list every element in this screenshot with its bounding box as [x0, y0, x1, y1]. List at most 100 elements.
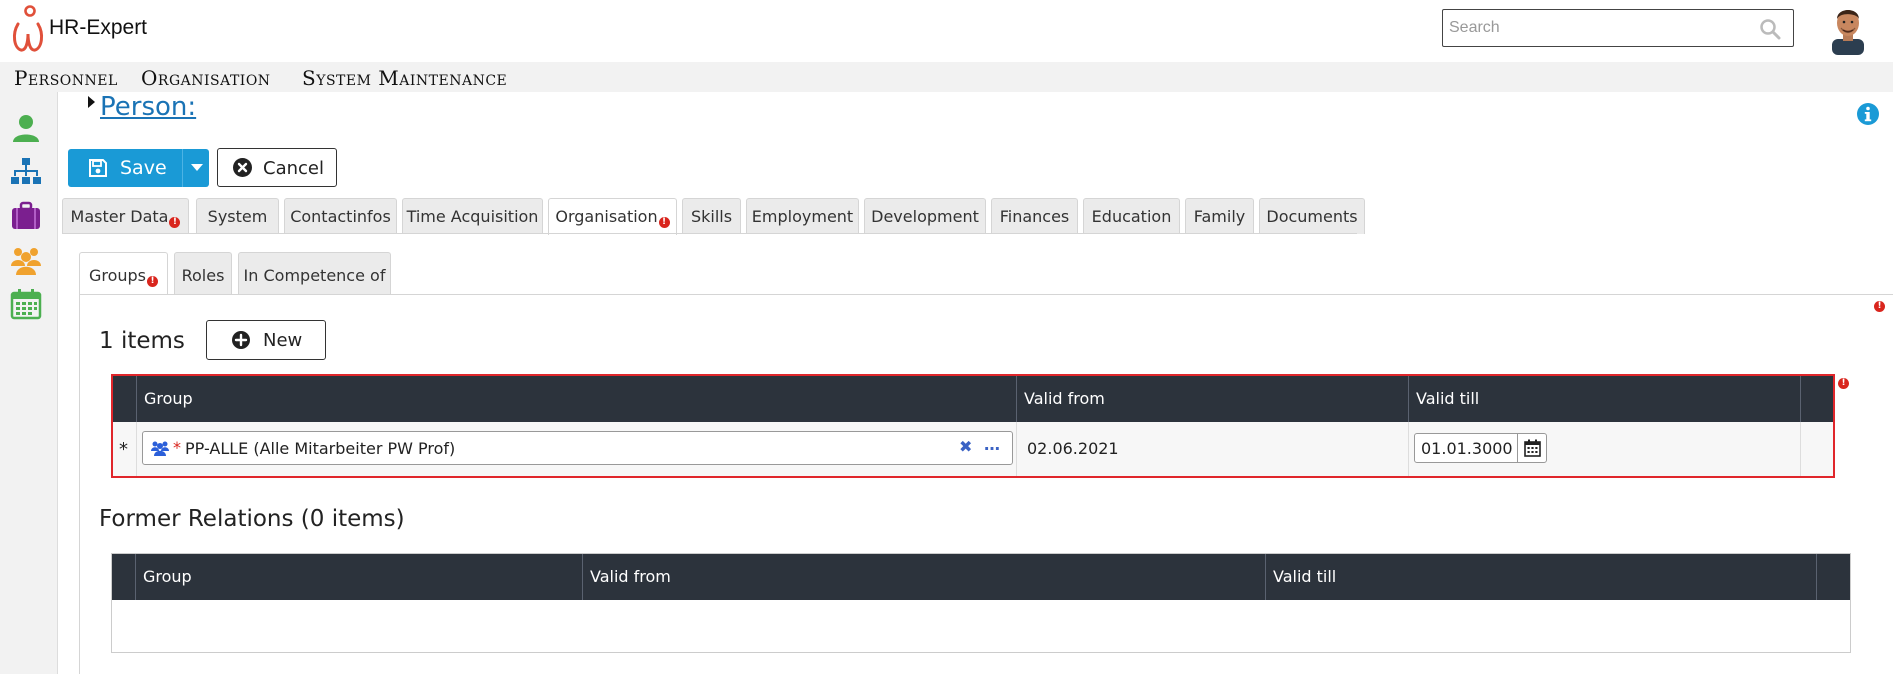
search-box[interactable]	[1442, 9, 1794, 47]
main-content: Person: Save Cancel Master Data! System …	[59, 92, 1893, 674]
cancel-button-label: Cancel	[263, 158, 324, 179]
subtab-in-competence-of[interactable]: In Competence of	[238, 252, 391, 294]
menu-item-personnel[interactable]: Personnel	[14, 66, 118, 90]
column-header-valid-from[interactable]: Valid from	[582, 554, 1265, 600]
top-bar: HR-Expert	[0, 0, 1893, 62]
subtab-groups[interactable]: Groups!	[79, 252, 168, 295]
menu-item-system-maintenance[interactable]: System Maintenance	[302, 66, 507, 90]
actions-column-header	[1800, 376, 1833, 422]
valid-till-cell	[1408, 422, 1800, 476]
column-header-valid-from[interactable]: Valid from	[1016, 376, 1408, 422]
valid-till-field[interactable]	[1414, 433, 1518, 463]
tab-label: Master Data	[70, 207, 169, 226]
row-marker-cell: *	[113, 422, 136, 476]
valid-from-value: 02.06.2021	[1027, 439, 1119, 458]
briefcase-icon[interactable]	[10, 200, 42, 232]
tab-label: Education	[1091, 207, 1172, 226]
main-menu-bar: Personnel Organisation System Maintenanc…	[0, 62, 1893, 92]
tab-time-acquisition[interactable]: Time Acquisition	[402, 198, 543, 234]
new-row-marker: *	[119, 439, 128, 460]
save-button-divider	[182, 149, 183, 187]
subtab-label: In Competence of	[243, 266, 386, 285]
tab-development[interactable]: Development	[864, 198, 986, 234]
tab-education[interactable]: Education	[1083, 198, 1180, 234]
panel-border	[79, 294, 80, 674]
date-picker-button[interactable]	[1517, 433, 1547, 463]
tab-system[interactable]: System	[196, 198, 279, 234]
tab-documents[interactable]: Documents	[1259, 198, 1365, 234]
tab-label: Employment	[751, 207, 854, 226]
former-grid-header: Group Valid from Valid till	[112, 554, 1850, 600]
group-lookup-field[interactable]: * PP-ALLE (Alle Mitarbeiter PW Prof) ✖ …	[142, 431, 1013, 465]
info-icon[interactable]	[1856, 102, 1880, 126]
save-button[interactable]: Save	[68, 149, 209, 187]
plus-circle-icon	[232, 331, 250, 349]
marker-column-header	[113, 376, 136, 422]
more-options-icon[interactable]: …	[984, 435, 1000, 454]
save-button-label: Save	[120, 157, 167, 179]
group-cell: * PP-ALLE (Alle Mitarbeiter PW Prof) ✖ …	[136, 422, 1016, 476]
new-button-label: New	[263, 330, 303, 351]
side-nav	[0, 92, 58, 674]
menu-item-organisation[interactable]: Organisation	[141, 66, 271, 90]
group-value: PP-ALLE (Alle Mitarbeiter PW Prof)	[185, 439, 456, 458]
row-actions-cell	[1800, 422, 1833, 476]
org-chart-icon[interactable]	[10, 156, 42, 188]
former-relations-title: Former Relations (0 items)	[99, 506, 405, 532]
cancel-button[interactable]: Cancel	[217, 148, 337, 187]
error-icon: !	[1838, 378, 1849, 389]
valid-from-cell: 02.06.2021	[1016, 422, 1408, 476]
hr-expert-logo-icon[interactable]	[8, 4, 48, 54]
tab-label: Finances	[999, 207, 1070, 226]
tab-label: Skills	[690, 207, 733, 226]
tab-family[interactable]: Family	[1185, 198, 1254, 234]
groups-count-label: 1 items	[99, 328, 185, 354]
column-header-valid-till[interactable]: Valid till	[1408, 376, 1800, 422]
new-button[interactable]: New	[206, 320, 326, 360]
tab-organisation[interactable]: Organisation!	[548, 198, 677, 235]
save-dropdown-chevron-icon[interactable]	[191, 164, 203, 171]
tab-employment[interactable]: Employment	[746, 198, 859, 234]
column-header-valid-till[interactable]: Valid till	[1265, 554, 1816, 600]
tab-label: Contactinfos	[290, 207, 391, 226]
tab-label: Documents	[1266, 207, 1358, 226]
subtab-roles[interactable]: Roles	[174, 252, 232, 294]
calendar-icon[interactable]	[10, 288, 42, 320]
team-icon[interactable]	[10, 244, 42, 276]
avatar[interactable]	[1824, 3, 1872, 55]
error-icon: !	[169, 217, 181, 228]
subtab-label: Roles	[181, 266, 225, 285]
groups-grid: Group Valid from Valid till * * PP-ALLE …	[111, 374, 1835, 478]
tab-label: Time Acquisition	[406, 207, 539, 226]
tab-label: Development	[871, 207, 979, 226]
actions-column-header	[1816, 554, 1850, 600]
column-header-group[interactable]: Group	[135, 554, 582, 600]
tab-finances[interactable]: Finances	[991, 198, 1078, 234]
floppy-disk-icon	[89, 159, 107, 177]
close-circle-icon	[233, 158, 252, 177]
required-marker: *	[173, 438, 181, 457]
tab-divider	[62, 233, 1357, 234]
calendar-icon	[1524, 439, 1541, 457]
tab-label: Family	[1193, 207, 1246, 226]
tab-label: System	[207, 207, 268, 226]
app-title: HR-Expert	[49, 16, 148, 39]
subtab-divider	[79, 294, 1893, 295]
user-icon[interactable]	[10, 112, 42, 144]
page-title[interactable]: Person:	[100, 92, 196, 122]
tab-contactinfos[interactable]: Contactinfos	[284, 198, 397, 234]
search-input[interactable]	[1449, 16, 1749, 40]
column-header-group[interactable]: Group	[136, 376, 1016, 422]
tab-master-data[interactable]: Master Data!	[62, 198, 189, 234]
valid-till-input[interactable]	[1421, 439, 1513, 458]
clear-icon[interactable]: ✖	[959, 437, 972, 456]
error-icon: !	[147, 276, 159, 287]
groups-grid-header: Group Valid from Valid till	[113, 376, 1833, 422]
group-icon	[151, 441, 169, 456]
error-icon: !	[1874, 301, 1885, 312]
subtab-label: Groups	[88, 266, 147, 285]
error-icon: !	[658, 217, 670, 228]
expand-arrow-icon[interactable]	[88, 96, 95, 108]
tab-skills[interactable]: Skills	[682, 198, 741, 234]
search-icon[interactable]	[1759, 18, 1781, 40]
